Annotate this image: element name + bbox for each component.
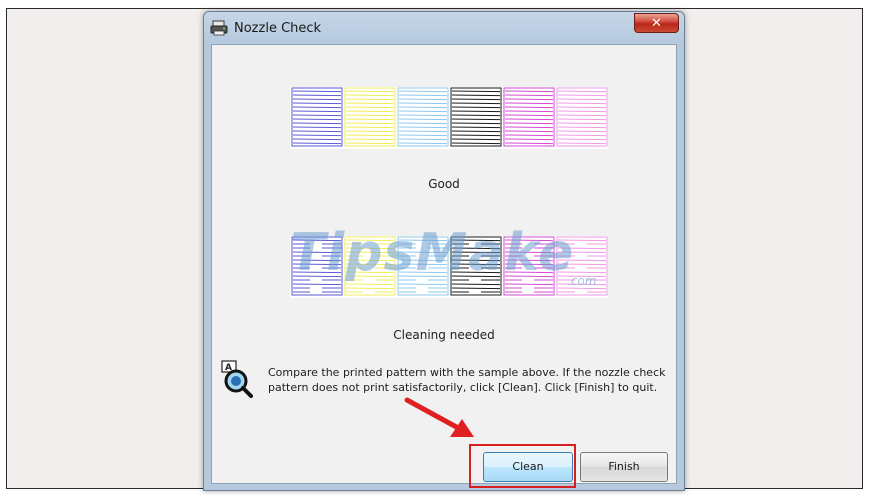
- nozzle-color-block: [503, 87, 555, 147]
- nozzle-color-block: [397, 236, 449, 296]
- dialog-content: Good TipsMake .com Cleaning needed A Com…: [211, 44, 677, 488]
- nozzle-color-block: [503, 236, 555, 296]
- window-title: Nozzle Check: [234, 21, 322, 36]
- nozzle-color-block: [397, 87, 449, 147]
- nozzle-color-block: [344, 87, 396, 147]
- good-pattern-sample: [290, 87, 608, 149]
- close-button[interactable]: ✕: [634, 13, 679, 33]
- nozzle-color-block: [450, 236, 502, 296]
- instruction-text: Compare the printed pattern with the sam…: [268, 366, 666, 394]
- finish-button[interactable]: Finish: [580, 452, 668, 482]
- nozzle-color-block: [291, 87, 343, 147]
- clean-button[interactable]: Clean: [483, 452, 573, 482]
- good-label: Good: [428, 177, 460, 191]
- bad-pattern-sample: [290, 236, 608, 298]
- nozzle-check-dialog: Nozzle Check ✕ Good TipsMake .com Cleani…: [203, 11, 685, 491]
- cleaning-needed-label: Cleaning needed: [393, 328, 495, 342]
- nozzle-color-block: [291, 236, 343, 296]
- nozzle-color-block: [556, 87, 608, 147]
- title-bar[interactable]: Nozzle Check ✕: [204, 12, 684, 44]
- nozzle-color-block: [450, 87, 502, 147]
- red-arrow: [404, 397, 474, 437]
- nozzle-color-block: [344, 236, 396, 296]
- printer-icon: [210, 20, 228, 36]
- watermark-suffix: .com: [567, 274, 597, 288]
- help-magnifier-icon: A: [221, 360, 253, 398]
- close-icon: ✕: [651, 16, 662, 31]
